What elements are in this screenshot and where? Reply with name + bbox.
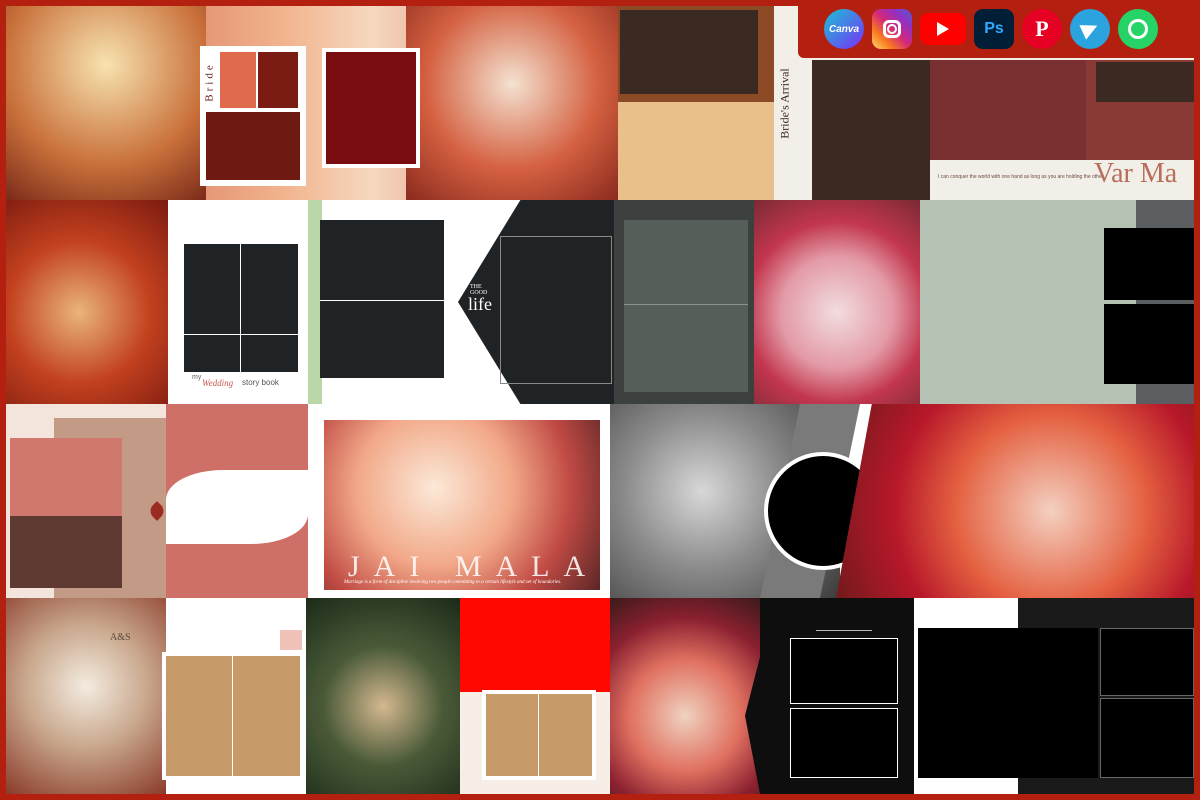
grid-line-tan: [232, 656, 233, 776]
phone-ring: [1128, 19, 1148, 39]
var-mala-title: Var Ma: [1094, 158, 1178, 189]
photo-slot-sage: [624, 220, 748, 392]
photo-slot-black-top: [1104, 228, 1194, 300]
photo-slot-dark: [620, 10, 758, 94]
jai-mala-title: JAI MALA: [348, 550, 600, 583]
photo-slot-tan: [162, 652, 304, 780]
grid-line-sage: [624, 304, 748, 305]
storybook-wedding: Wedding: [202, 378, 234, 388]
tile-bride-stage: Bride: [6, 6, 618, 200]
photo-slot-dark-small: [1096, 62, 1194, 102]
tile-rose-wave: [6, 404, 308, 598]
photo-slot-right-top: [1100, 628, 1194, 696]
photo-slot-right-bottom: [1100, 698, 1194, 778]
monogram-label: A&S: [110, 632, 131, 643]
red-block: [460, 598, 610, 692]
photo-slot-bottom: [790, 708, 898, 778]
photo-slot-top: [790, 638, 898, 704]
bride-label: Bride: [203, 62, 216, 102]
telegram-icon[interactable]: [1070, 9, 1110, 49]
tile-bw-circle: [610, 404, 1194, 598]
social-icons-bar: Canva Ps P: [798, 0, 1200, 58]
photo-frame-card: Bride: [200, 46, 306, 186]
grid-line-left: [320, 300, 444, 301]
tile-sage-couple: [614, 200, 920, 404]
brides-arrival-label: Bride's Arrival: [777, 68, 792, 139]
pink-block: [280, 630, 302, 650]
storybook-book: story book: [242, 378, 279, 387]
paper-plane: [1079, 18, 1101, 40]
photo-slot-grid: [184, 244, 298, 372]
photo-slot-brown: [10, 516, 122, 588]
photo-couple-night: [306, 598, 460, 794]
photo-slot-right: [500, 236, 612, 384]
photo-slot-rose: [10, 438, 122, 516]
photo-slot-tan: [618, 102, 774, 200]
youtube-icon[interactable]: [920, 13, 966, 45]
photo-slot-left: [320, 220, 444, 378]
photo-slot-tan: [482, 690, 596, 780]
photo-slot-maroon: [206, 112, 300, 180]
tile-stage-monogram: A&S: [6, 598, 306, 794]
photo-couple-right: [406, 6, 618, 200]
photoshop-icon[interactable]: Ps: [974, 9, 1014, 49]
photo-slot-wide: [918, 628, 1098, 778]
grid-line-v: [240, 244, 241, 372]
grid-line-h: [184, 334, 298, 335]
grid-line-tan2: [538, 694, 539, 776]
tile-couple-red: [306, 598, 610, 794]
instagram-icon[interactable]: [872, 9, 912, 49]
album-collage: Bride Bride's Arrival I can conquer the …: [6, 6, 1194, 794]
instagram-lens: [883, 20, 901, 38]
jai-mala-quote: Marriage is a form of discipline involvi…: [344, 580, 562, 585]
good-life-life: life: [468, 294, 492, 314]
pinterest-icon[interactable]: P: [1022, 9, 1062, 49]
ornament-line: [816, 630, 872, 631]
conquer-quote: I can conquer the world with one hand as…: [938, 174, 1104, 180]
photo-couple-garlands: [836, 404, 1194, 598]
tile-black-grid: [914, 598, 1194, 794]
white-wave: [166, 470, 308, 544]
storybook-my: my: [192, 374, 202, 381]
thumbnail-canvas: Bride Bride's Arrival I can conquer the …: [0, 0, 1200, 800]
photo-slot-rust: [930, 60, 1086, 160]
photo-slot-orange: [220, 52, 256, 108]
photo-slot-black-bottom: [1104, 304, 1194, 384]
photo-couple-ritual: [610, 598, 760, 794]
whatsapp-icon[interactable]: [1118, 9, 1158, 49]
tile-sage-black: [920, 200, 1194, 404]
photo-bride-thumb: [258, 52, 298, 108]
photo-couple-crowns: [6, 200, 168, 404]
photo-couple-floral: [754, 200, 920, 404]
play-triangle: [937, 22, 949, 36]
tile-jai-mala: JAI MALA Marriage is a form of disciplin…: [308, 404, 610, 598]
photo-slot-maroon-large: [322, 48, 420, 168]
tile-good-life: THE GOOD life: [308, 200, 614, 404]
canva-icon[interactable]: Canva: [824, 9, 864, 49]
tile-black-frames: [610, 598, 914, 794]
tile-storybook: my Wedding story book: [6, 200, 308, 404]
photo-slot-dark-wide: [812, 60, 930, 200]
photo-stage-couple: [6, 598, 166, 794]
photo-couple-left: [6, 6, 206, 200]
